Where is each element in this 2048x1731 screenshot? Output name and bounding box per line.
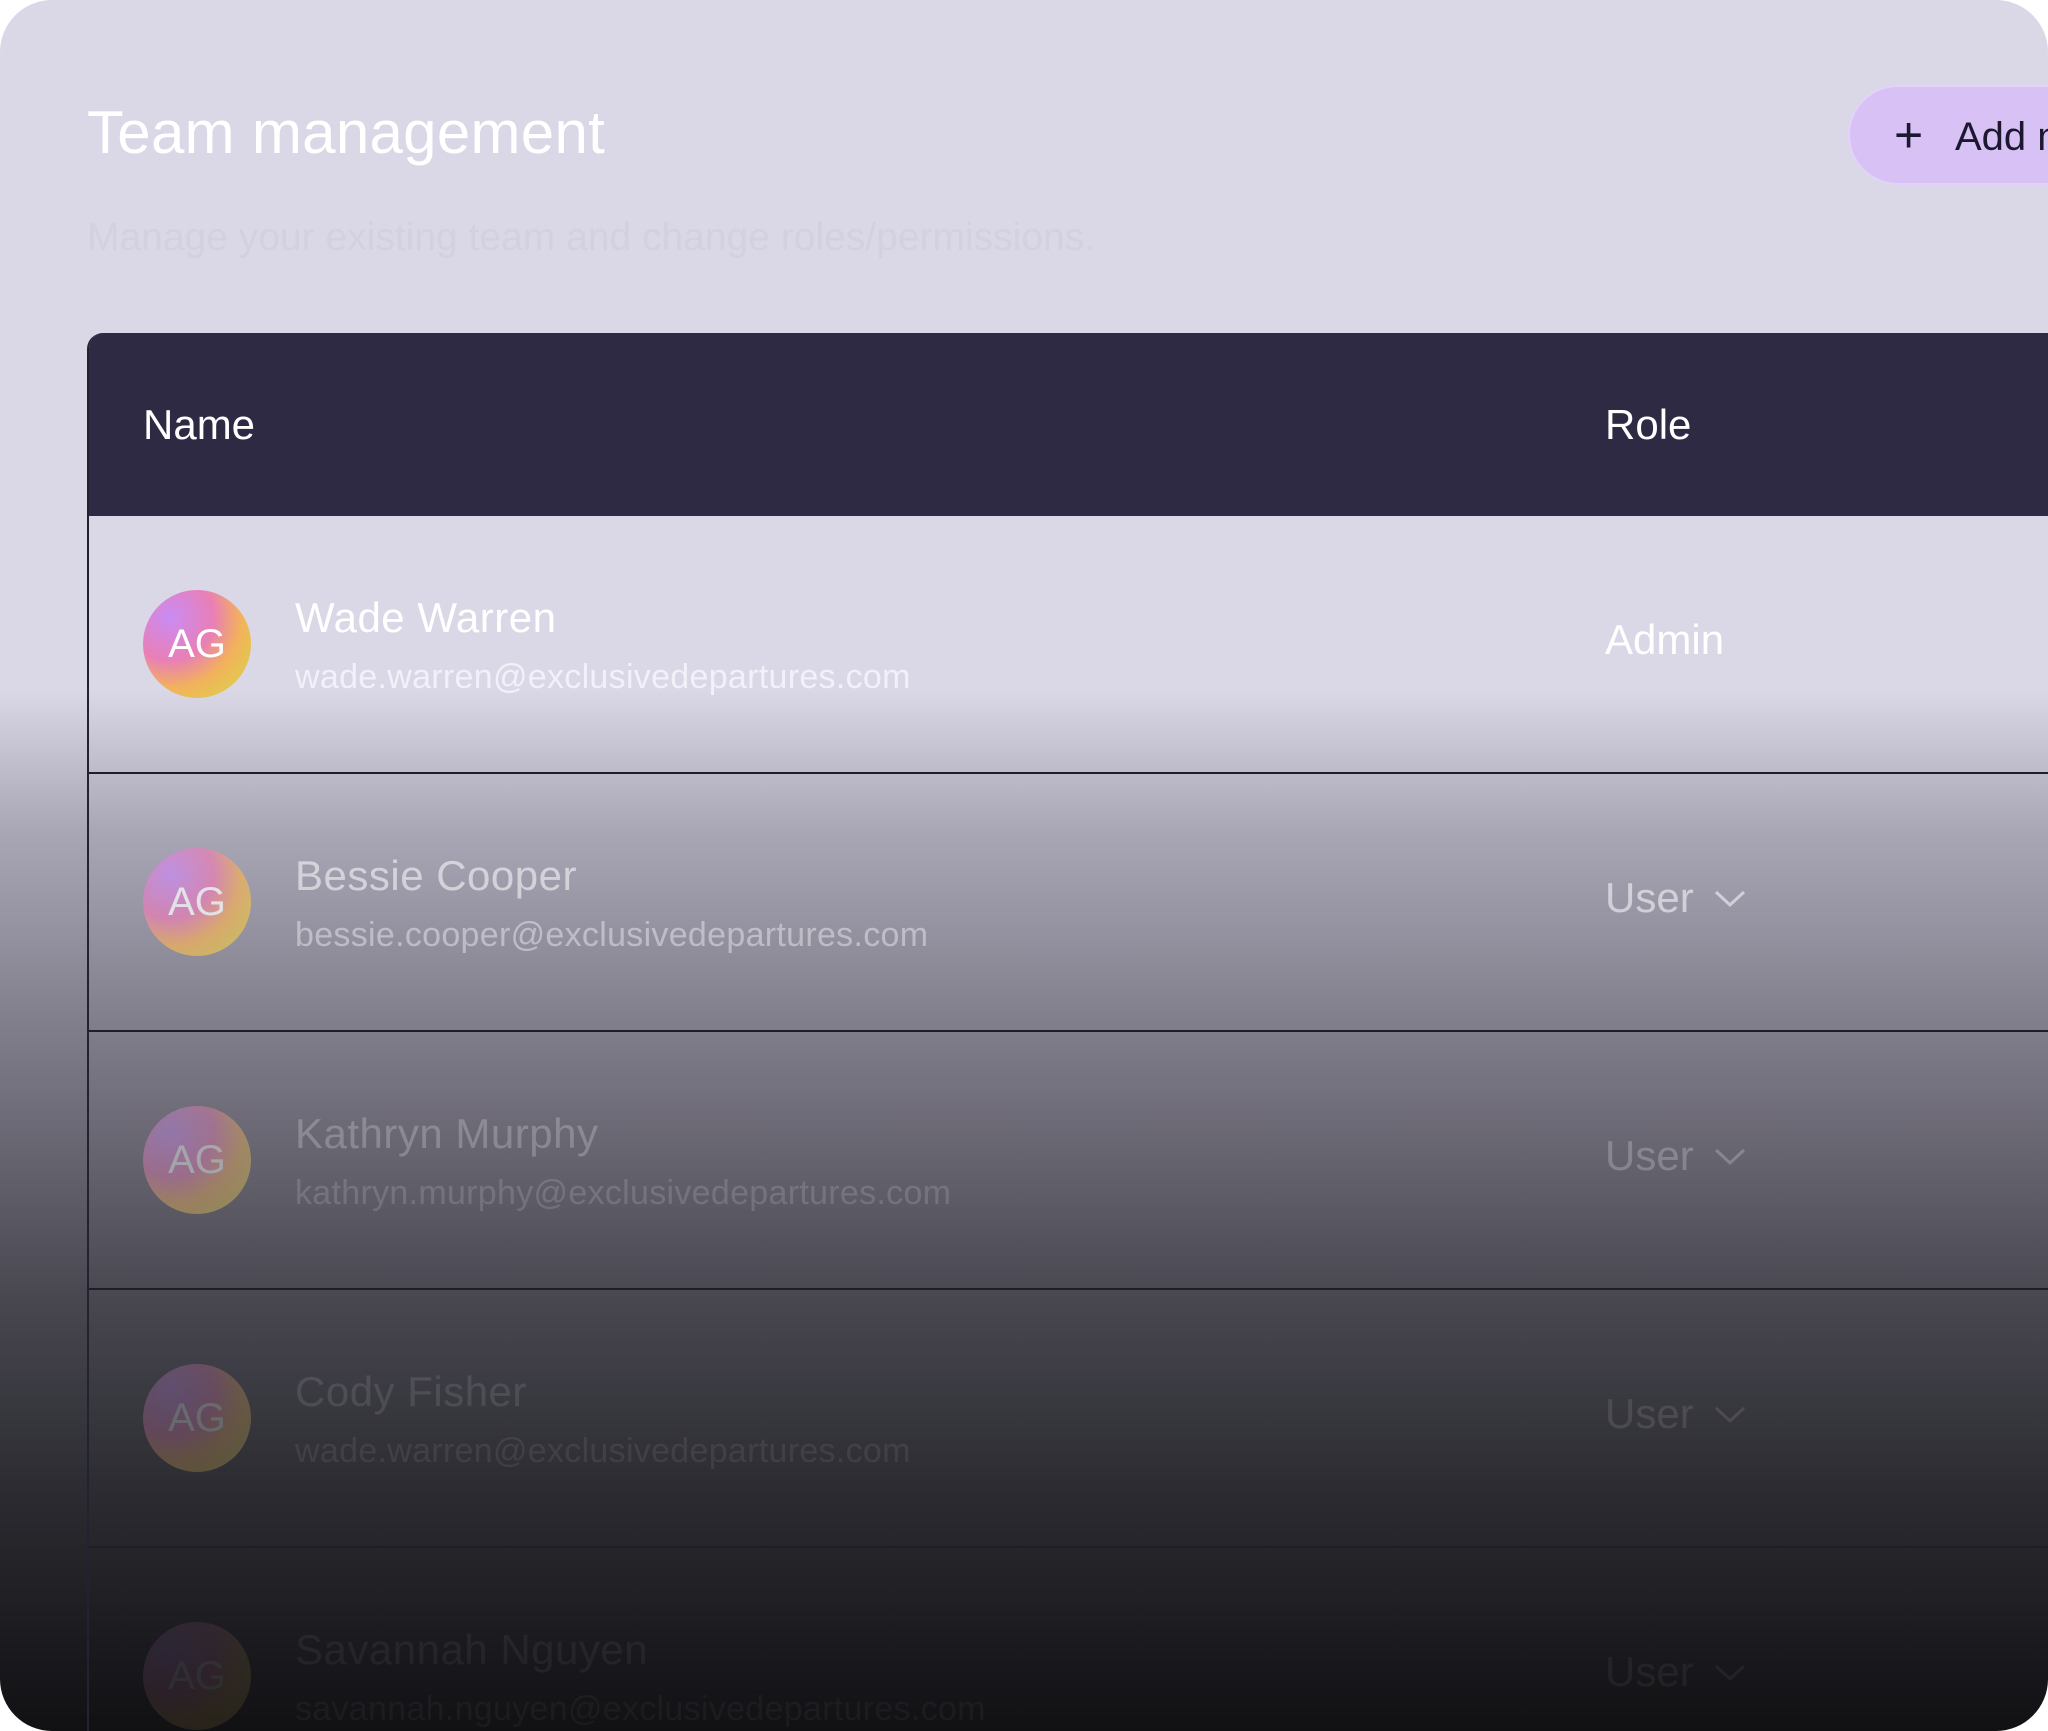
page-subtitle: Manage your existing team and change rol… bbox=[87, 216, 1096, 259]
avatar: AG bbox=[143, 590, 251, 698]
member-email: bessie.cooper@exclusivedepartures.com bbox=[295, 916, 929, 954]
team-management-panel: Team management Manage your existing tea… bbox=[0, 0, 2048, 1731]
column-header-role: Role bbox=[1605, 401, 1692, 448]
role-select[interactable]: User bbox=[1605, 1390, 1694, 1438]
chevron-down-icon[interactable] bbox=[1713, 888, 1747, 910]
avatar: AG bbox=[143, 1364, 251, 1472]
table-row: AG Bessie Cooper bessie.cooper@exclusive… bbox=[89, 774, 2048, 1032]
role-select[interactable]: User bbox=[1605, 1648, 1694, 1696]
table-row: AG Cody Fisher wade.warren@exclusivedepa… bbox=[89, 1290, 2048, 1548]
member-name: Kathryn Murphy bbox=[295, 1110, 599, 1157]
avatar: AG bbox=[143, 1622, 251, 1730]
chevron-down-icon[interactable] bbox=[1713, 1404, 1747, 1426]
member-name: Bessie Cooper bbox=[295, 852, 577, 899]
avatar: AG bbox=[143, 848, 251, 956]
role-select[interactable]: User bbox=[1605, 874, 1694, 922]
table-row: AG Wade Warren wade.warren@exclusivedepa… bbox=[89, 516, 2048, 774]
role-select[interactable]: User bbox=[1605, 1132, 1694, 1180]
plus-icon: + bbox=[1894, 107, 1924, 163]
member-name: Cody Fisher bbox=[295, 1368, 527, 1415]
table-header: Name Role bbox=[89, 333, 2048, 516]
add-member-label: Add member bbox=[1955, 115, 2048, 159]
table-row: AG Savannah Nguyen savannah.nguyen@exclu… bbox=[89, 1548, 2048, 1731]
member-email: kathryn.murphy@exclusivedepartures.com bbox=[295, 1174, 952, 1212]
team-table: Name Role AG Wade Warren wade.warren@exc… bbox=[87, 333, 2048, 1731]
table-row: AG Kathryn Murphy kathryn.murphy@exclusi… bbox=[89, 1032, 2048, 1290]
chevron-down-icon[interactable] bbox=[1713, 1662, 1747, 1684]
avatar: AG bbox=[143, 1106, 251, 1214]
member-email: wade.warren@exclusivedepartures.com bbox=[295, 658, 911, 696]
member-name: Wade Warren bbox=[295, 594, 557, 641]
member-email: wade.warren@exclusivedepartures.com bbox=[295, 1432, 911, 1470]
chevron-down-icon[interactable] bbox=[1713, 1146, 1747, 1168]
column-header-name: Name bbox=[143, 401, 256, 448]
member-role: Admin bbox=[1605, 616, 1725, 663]
member-email: savannah.nguyen@exclusivedepartures.com bbox=[295, 1690, 986, 1729]
add-member-button[interactable]: + Add member bbox=[1848, 85, 2048, 185]
member-name: Savannah Nguyen bbox=[295, 1626, 649, 1673]
page-title: Team management bbox=[87, 99, 606, 166]
